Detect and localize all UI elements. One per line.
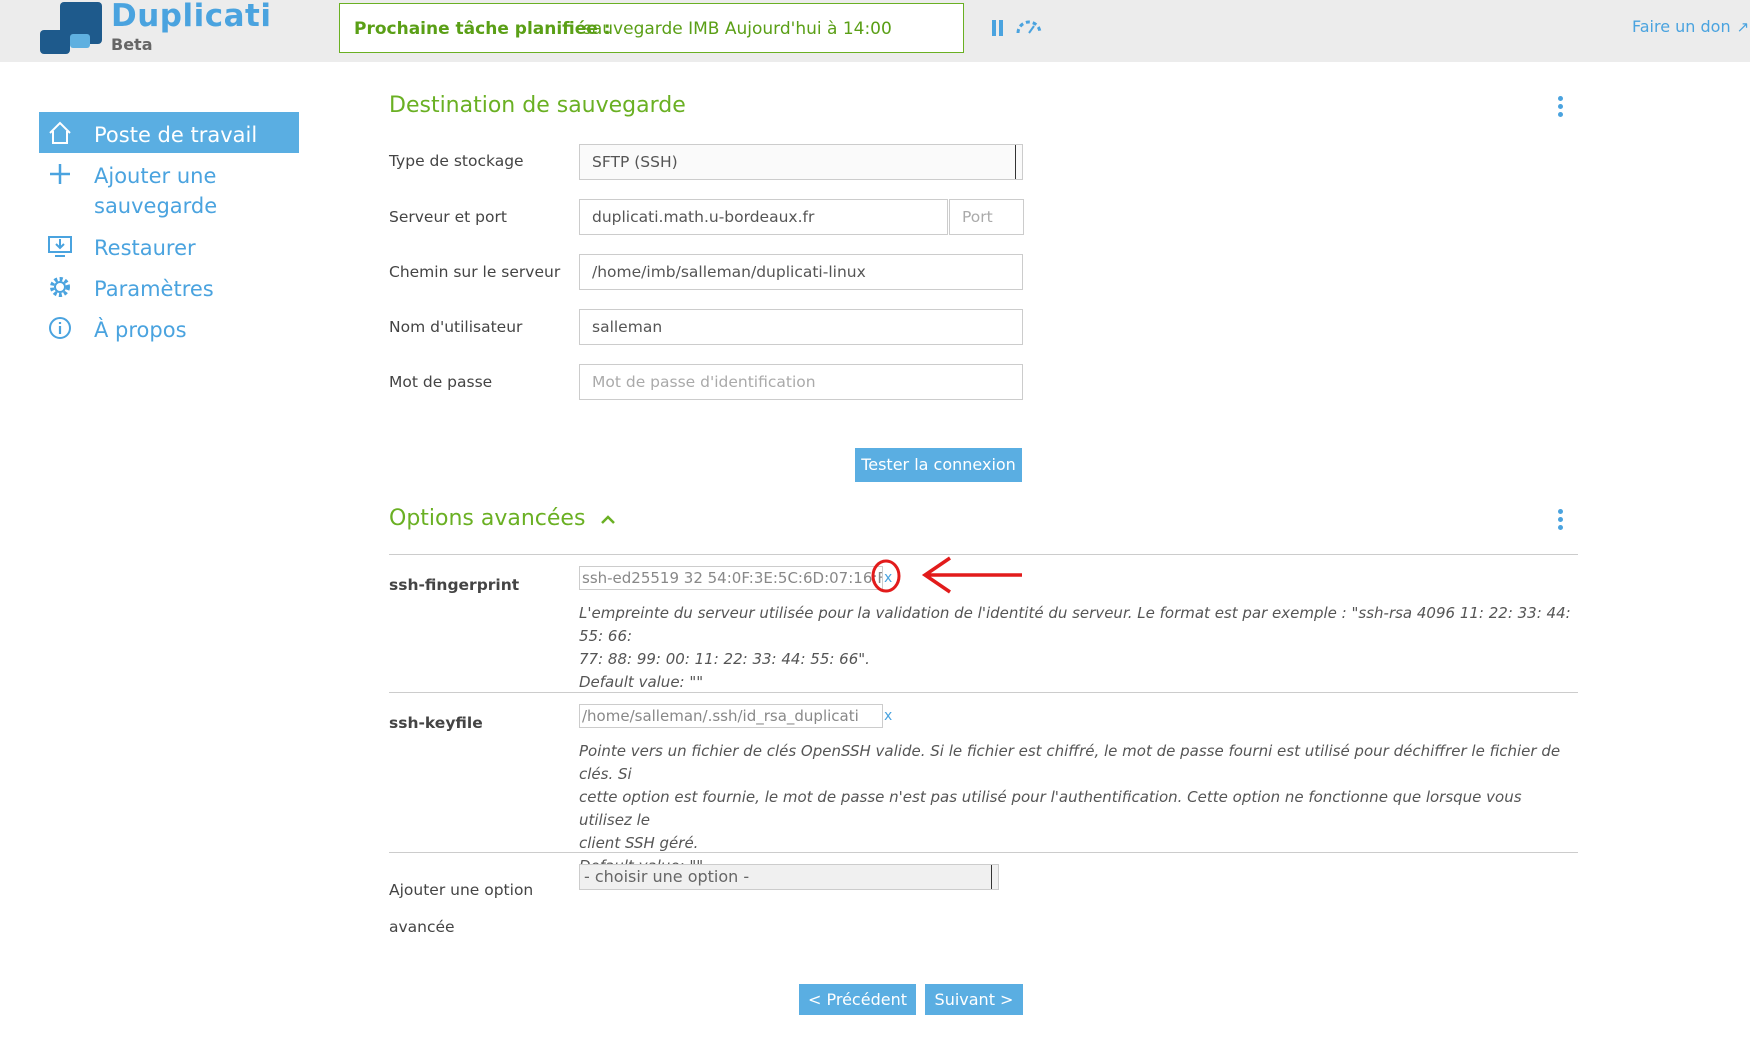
duplicati-logo[interactable]	[40, 0, 110, 56]
server-path-label: Chemin sur le serveur	[389, 263, 561, 281]
ssh-fingerprint-input[interactable]: ssh-ed25519 32 54:0F:3E:5C:6D:07:16:FF	[579, 566, 883, 590]
password-input[interactable]: Mot de passe d'identification	[579, 364, 1023, 400]
sidebar-item-label: Poste de travail	[94, 123, 258, 147]
sidebar-item-label: Restaurer	[94, 236, 196, 260]
username-label: Nom d'utilisateur	[389, 318, 523, 336]
storage-type-label: Type de stockage	[389, 152, 524, 170]
sidebar-item-label: Ajouter une sauvegarde	[94, 164, 218, 218]
next-button[interactable]: Suivant >	[925, 984, 1023, 1015]
schedule-value: sauvegarde IMB Aujourd'hui à 14:00	[583, 19, 892, 39]
ssh-keyfile-input[interactable]: /home/salleman/.ssh/id_rsa_duplicati	[579, 704, 883, 728]
option-description: Pointe vers un fichier de clés OpenSSH v…	[579, 742, 1561, 875]
server-path-input[interactable]: /home/imb/salleman/duplicati-linux	[579, 254, 1023, 290]
storage-type-value: SFTP (SSH)	[592, 153, 678, 171]
sidebar-item-settings[interactable]: Paramètres	[39, 266, 299, 307]
section-title-advanced[interactable]: Options avancées	[389, 506, 616, 531]
previous-button[interactable]: < Précédent	[799, 984, 916, 1015]
option-name-ssh-fingerprint: ssh-fingerprint	[389, 576, 520, 594]
advanced-title-label: Options avancées	[389, 506, 586, 531]
chevron-up-icon	[601, 515, 616, 524]
server-port-label: Serveur et port	[389, 208, 507, 226]
gear-icon	[50, 277, 70, 297]
next-scheduled-task: Prochaine tâche planifiée : sauvegarde I…	[339, 3, 964, 53]
top-bar: Duplicati Beta Prochaine tâche planifiée…	[0, 0, 1750, 62]
sidebar-item-restore[interactable]: Restaurer	[39, 225, 299, 266]
section-title-destination: Destination de sauvegarde	[389, 93, 686, 118]
plus-icon	[50, 164, 70, 184]
advanced-menu-icon[interactable]	[1558, 509, 1564, 531]
option-description: L'empreinte du serveur utilisée pour la …	[579, 604, 1571, 691]
restore-icon	[48, 236, 72, 257]
username-input[interactable]: salleman	[579, 309, 1023, 345]
external-link-icon: ↗	[1736, 18, 1750, 36]
brand-name[interactable]: Duplicati	[111, 0, 271, 34]
password-label: Mot de passe	[389, 373, 493, 391]
add-option-select[interactable]: - choisir une option -	[579, 864, 999, 890]
option-name-ssh-keyfile: ssh-keyfile	[389, 714, 483, 732]
sidebar-item-label: Paramètres	[94, 277, 214, 301]
home-icon	[49, 121, 71, 144]
chevron-down-icon	[1015, 145, 1022, 179]
server-input[interactable]: duplicati.math.u-bordeaux.fr	[579, 199, 948, 235]
donate-link[interactable]: Faire un don ↗	[1632, 17, 1749, 36]
remove-option-ssh-keyfile[interactable]: x	[884, 708, 892, 724]
sidebar-nav: Poste de travail Ajouter une sauvegarde R…	[39, 112, 299, 348]
sidebar-item-add-backup[interactable]: Ajouter une sauvegarde	[39, 153, 299, 225]
port-input[interactable]: Port	[949, 199, 1024, 235]
schedule-label: Prochaine tâche planifiée :	[354, 19, 611, 39]
beta-label: Beta	[111, 35, 153, 54]
test-connection-button[interactable]: Tester la connexion	[855, 448, 1022, 482]
donate-label: Faire un don	[1632, 17, 1731, 36]
throttle-icon[interactable]	[1015, 19, 1043, 35]
sidebar-item-label: À propos	[94, 318, 187, 342]
divider	[389, 692, 1578, 693]
annotation-arrow	[871, 556, 1022, 594]
info-icon	[49, 317, 71, 339]
add-option-value: - choisir une option -	[584, 867, 750, 886]
destination-menu-icon[interactable]	[1558, 96, 1564, 118]
divider	[389, 852, 1578, 853]
sidebar-item-about[interactable]: À propos	[39, 307, 299, 348]
chevron-down-icon	[991, 865, 998, 889]
sidebar-item-home[interactable]: Poste de travail	[39, 112, 299, 153]
storage-type-select[interactable]: SFTP (SSH)	[579, 144, 1023, 180]
pause-icon[interactable]	[992, 20, 1004, 36]
add-option-label: Ajouter une option avancée	[389, 881, 534, 936]
